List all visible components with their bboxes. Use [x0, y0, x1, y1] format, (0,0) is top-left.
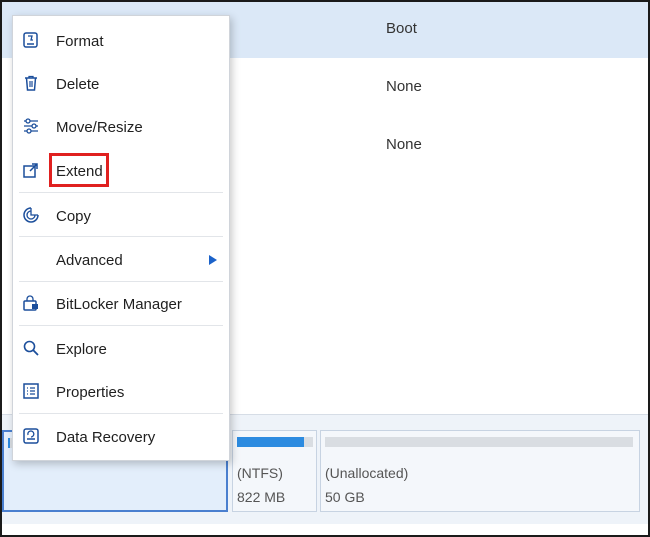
menu-item-delete[interactable]: Delete — [13, 64, 229, 104]
menu-divider — [19, 413, 223, 414]
menu-divider — [19, 192, 223, 193]
file-system-cell: Boot — [386, 20, 417, 37]
file-system-cell: None — [386, 78, 422, 95]
context-menu: Format Delete Move/Resize Extend Copy Ad… — [12, 15, 230, 461]
menu-item-label: Format — [56, 32, 104, 50]
usage-bar-fill — [237, 437, 304, 447]
partition-size: 50 GB — [325, 489, 365, 505]
menu-item-label: Explore — [56, 340, 107, 358]
submenu-arrow-icon — [209, 255, 217, 265]
menu-item-label: Properties — [56, 383, 125, 401]
menu-item-extend[interactable]: Extend — [13, 151, 229, 191]
app-window: Boot None None (NTFS) 822 MB (Unallocate… — [0, 0, 650, 537]
menu-item-bitlocker-manager[interactable]: BitLocker Manager — [13, 284, 229, 324]
menu-divider — [19, 281, 223, 282]
copy-icon — [21, 205, 41, 225]
menu-item-move-resize[interactable]: Move/Resize — [13, 107, 229, 147]
menu-item-label: BitLocker Manager — [56, 295, 182, 313]
menu-divider — [19, 236, 223, 237]
menu-item-format[interactable]: Format — [13, 21, 229, 61]
extend-highlight-box — [49, 153, 109, 187]
menu-item-explore[interactable]: Explore — [13, 329, 229, 369]
menu-item-copy[interactable]: Copy — [13, 196, 229, 236]
menu-divider — [19, 325, 223, 326]
partition-size: 822 MB — [237, 489, 286, 505]
menu-item-label: Data Recovery — [56, 428, 156, 446]
extend-icon — [21, 160, 41, 180]
sliders-icon — [21, 116, 41, 136]
properties-icon — [21, 381, 41, 401]
usage-bar — [237, 437, 313, 447]
menu-item-data-recovery[interactable]: Data Recovery — [13, 417, 229, 457]
menu-item-advanced[interactable]: Advanced — [13, 240, 229, 280]
bitlocker-icon — [21, 293, 41, 313]
partition-block[interactable]: (Unallocated) 50 GB — [320, 430, 640, 512]
usage-bar-fill — [8, 438, 10, 448]
search-icon — [21, 338, 41, 358]
menu-item-properties[interactable]: Properties — [13, 372, 229, 412]
menu-item-label: Copy — [56, 207, 92, 225]
usage-bar — [325, 437, 633, 447]
trash-icon — [21, 73, 41, 93]
partition-name: (NTFS) — [237, 465, 283, 481]
file-system-cell: None — [386, 136, 422, 153]
partition-name: (Unallocated) — [325, 465, 409, 481]
menu-item-label: Move/Resize — [56, 118, 143, 136]
menu-item-label: Delete — [56, 75, 100, 93]
data-recovery-icon — [21, 426, 41, 446]
format-disk-icon — [21, 30, 41, 50]
partition-block[interactable]: (NTFS) 822 MB — [232, 430, 317, 512]
menu-item-label: Advanced — [56, 251, 123, 269]
